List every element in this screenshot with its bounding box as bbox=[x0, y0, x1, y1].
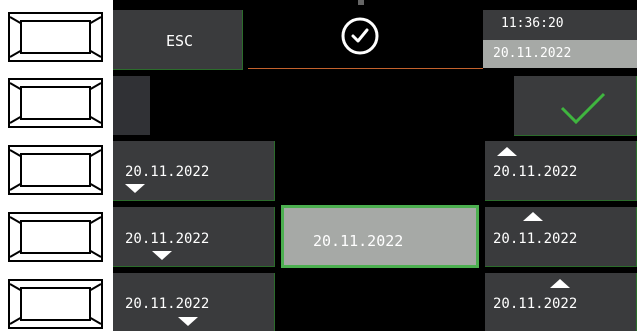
soft-key-3[interactable] bbox=[8, 145, 103, 195]
year-label: 20.11.2022 bbox=[493, 296, 578, 312]
arrow-down-icon bbox=[125, 184, 145, 193]
confirm-button[interactable] bbox=[514, 76, 637, 136]
esc-label: ESC bbox=[166, 32, 194, 50]
arrow-up-icon bbox=[550, 279, 570, 288]
day-label: 20.11.2022 bbox=[493, 164, 578, 180]
checkmark-icon bbox=[560, 92, 606, 125]
datetime-display: 11:36:20 bbox=[483, 10, 637, 40]
decrement-year-button[interactable]: 20.11.2022 bbox=[113, 273, 275, 331]
increment-day-button[interactable]: 20.11.2022 bbox=[485, 141, 637, 201]
arrow-up-icon bbox=[497, 147, 517, 156]
soft-key-1[interactable] bbox=[8, 12, 103, 62]
selected-date-field[interactable]: 20.11.2022 bbox=[281, 205, 479, 268]
month-label: 20.11.2022 bbox=[493, 231, 578, 247]
device-screen: ESC 11:36:20 20.11.2022 20.11.2022 20.11… bbox=[113, 0, 637, 331]
clock-icon bbox=[340, 16, 380, 56]
soft-key-5[interactable] bbox=[8, 279, 103, 329]
arrow-down-icon bbox=[178, 317, 198, 326]
increment-month-button[interactable]: 20.11.2022 bbox=[485, 207, 637, 267]
arrow-down-icon bbox=[152, 251, 172, 260]
date-readout-box: 20.11.2022 bbox=[483, 40, 637, 68]
increment-year-button[interactable]: 20.11.2022 bbox=[485, 273, 637, 331]
blank-panel bbox=[113, 76, 150, 135]
header-divider bbox=[248, 68, 483, 69]
decrement-month-button[interactable]: 20.11.2022 bbox=[113, 207, 275, 267]
soft-key-2[interactable] bbox=[8, 78, 103, 128]
date-readout: 20.11.2022 bbox=[493, 46, 572, 61]
month-label: 20.11.2022 bbox=[125, 231, 210, 247]
time-readout: 11:36:20 bbox=[501, 16, 564, 31]
arrow-up-icon bbox=[523, 212, 543, 221]
selected-date-value: 20.11.2022 bbox=[313, 232, 404, 250]
day-label: 20.11.2022 bbox=[125, 164, 210, 180]
decrement-day-button[interactable]: 20.11.2022 bbox=[113, 141, 275, 201]
top-pointer bbox=[358, 0, 364, 5]
soft-key-4[interactable] bbox=[8, 212, 103, 262]
year-label: 20.11.2022 bbox=[125, 296, 210, 312]
esc-button[interactable]: ESC bbox=[113, 10, 243, 70]
